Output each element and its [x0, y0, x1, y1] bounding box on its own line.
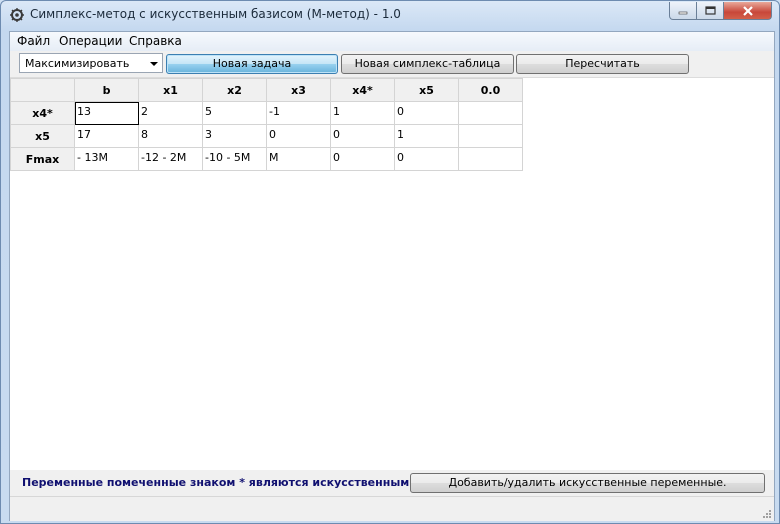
- table-cell[interactable]: 0: [330, 124, 395, 148]
- column-header[interactable]: x2: [202, 78, 267, 102]
- new-task-button[interactable]: Новая задача: [166, 54, 338, 74]
- table-cell[interactable]: 0: [330, 147, 395, 171]
- app-window: Симплекс-метод с искусственным базисом (…: [0, 0, 780, 524]
- row-header[interactable]: x5: [10, 124, 75, 148]
- table-cell[interactable]: 5: [202, 101, 267, 125]
- table-cell[interactable]: 8: [138, 124, 203, 148]
- artificial-variables-note: Переменные помеченные знаком * являются …: [22, 476, 422, 489]
- close-icon: [742, 5, 753, 16]
- column-header[interactable]: x3: [266, 78, 331, 102]
- status-bar: [10, 496, 774, 521]
- table-header-row: b x1 x2 x3 x4* x5 0.0: [10, 78, 523, 102]
- menu-bar: Файл Операции Справка: [10, 32, 774, 51]
- table-cell[interactable]: [458, 101, 523, 125]
- table-cell[interactable]: 3: [202, 124, 267, 148]
- maximize-icon: [704, 6, 716, 15]
- column-header[interactable]: 0.0: [458, 78, 523, 102]
- table-cell[interactable]: M: [266, 147, 331, 171]
- recalculate-button[interactable]: Пересчитать: [516, 54, 689, 74]
- table-cell[interactable]: 17: [74, 124, 139, 148]
- table-cell[interactable]: 2: [138, 101, 203, 125]
- table-cell[interactable]: 0: [394, 101, 459, 125]
- resize-grip-icon[interactable]: [762, 509, 772, 519]
- column-header[interactable]: x1: [138, 78, 203, 102]
- minimize-button[interactable]: [669, 2, 697, 20]
- corner-header: [10, 78, 75, 102]
- maximize-button[interactable]: [697, 2, 724, 20]
- table-cell[interactable]: -1: [266, 101, 331, 125]
- column-header[interactable]: x5: [394, 78, 459, 102]
- table-cell[interactable]: 0: [266, 124, 331, 148]
- table-cell[interactable]: -12 - 2M: [138, 147, 203, 171]
- toggle-artificial-variables-button[interactable]: Добавить/удалить искусственные переменны…: [410, 473, 765, 493]
- menu-operations[interactable]: Операции: [59, 34, 122, 48]
- table-cell[interactable]: 13: [74, 101, 139, 125]
- toolbar: Максимизировать Новая задача Новая симпл…: [10, 51, 774, 78]
- new-simplex-table-button[interactable]: Новая симплекс-таблица: [341, 54, 514, 74]
- table-row: Fmax - 13M -12 - 2M -10 - 5M M 0 0: [10, 147, 523, 171]
- column-header[interactable]: b: [74, 78, 139, 102]
- app-gear-icon: [10, 8, 24, 22]
- menu-file[interactable]: Файл: [17, 34, 50, 48]
- title-bar[interactable]: Симплекс-метод с искусственным базисом (…: [1, 1, 779, 29]
- menu-help[interactable]: Справка: [129, 34, 182, 48]
- simplex-table: b x1 x2 x3 x4* x5 0.0 x4* 13 2 5 -1 1 0 …: [10, 78, 523, 171]
- optimization-mode-select[interactable]: Максимизировать: [19, 53, 163, 73]
- table-cell[interactable]: 1: [330, 101, 395, 125]
- window-title: Симплекс-метод с искусственным базисом (…: [30, 7, 401, 21]
- table-row: x4* 13 2 5 -1 1 0: [10, 101, 523, 125]
- chevron-down-icon: [150, 62, 158, 66]
- close-button[interactable]: [724, 2, 772, 20]
- footer-panel: Переменные помеченные знаком * являются …: [10, 470, 774, 496]
- minimize-icon: [678, 11, 688, 14]
- table-cell[interactable]: [458, 124, 523, 148]
- table-cell[interactable]: [458, 147, 523, 171]
- row-header[interactable]: Fmax: [10, 147, 75, 171]
- client-area: Файл Операции Справка Максимизировать Но…: [9, 31, 775, 521]
- table-cell[interactable]: 1: [394, 124, 459, 148]
- optimization-mode-value: Максимизировать: [25, 57, 130, 70]
- table-cell[interactable]: 0: [394, 147, 459, 171]
- column-header[interactable]: x4*: [330, 78, 395, 102]
- table-cell[interactable]: - 13M: [74, 147, 139, 171]
- table-row: x5 17 8 3 0 0 1: [10, 124, 523, 148]
- table-cell[interactable]: -10 - 5M: [202, 147, 267, 171]
- row-header[interactable]: x4*: [10, 101, 75, 125]
